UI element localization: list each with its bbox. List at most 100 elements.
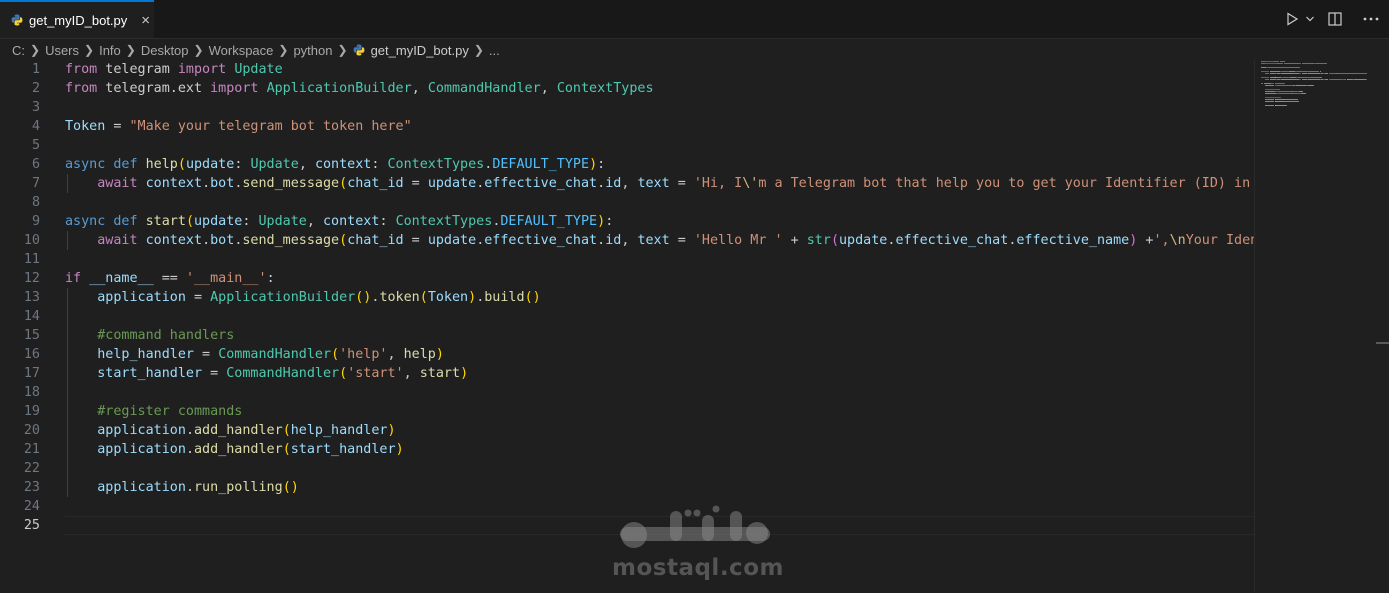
code-token: ) [395,442,404,457]
minimap-token [1312,85,1315,86]
minimap-token [1273,61,1279,62]
code-line[interactable]: 10 await context.bot.send_message(chat_i… [0,231,1254,250]
code-token: import [210,81,259,96]
code-token: token [379,290,420,305]
minimap-token [1264,85,1275,86]
code-token: 'Hi, I [693,176,743,191]
line-code: async def start(update: Update, context:… [65,212,613,231]
minimap-token [1301,63,1315,64]
code-token: chat_id [347,233,404,248]
line-code: application.add_handler(start_handler) [65,440,404,459]
ellipsis-icon [1363,17,1379,21]
code-token: : [266,271,275,286]
code-token: context [145,176,203,191]
code-line[interactable]: 6 async def help(update: Update, context:… [0,155,1254,174]
code-line[interactable]: 3 [0,98,1254,117]
line-number: 18 [23,385,40,400]
vertical-scrollbar[interactable] [1374,60,1389,593]
line-number: 14 [23,309,40,324]
code-token: CommandHandler [226,366,340,381]
code-token: send_message [242,176,340,191]
code-line[interactable]: 12 if __name__ == '__main__': [0,269,1254,288]
code-line[interactable]: 7 await context.bot.send_message(chat_id… [0,174,1254,193]
code-token: = [403,233,428,248]
code-line[interactable]: 1 from telegram import Update [0,60,1254,79]
minimap[interactable] [1254,60,1375,593]
minimap-token [1268,67,1300,68]
code-line[interactable]: 14 [0,307,1254,326]
line-code: from telegram.ext import ApplicationBuil… [65,79,654,98]
code-token: str [806,233,831,248]
breadcrumb-drive[interactable]: C: [12,43,25,58]
breadcrumb-file[interactable]: get_myID_bot.py [353,43,469,58]
line-number: 7 [31,176,40,191]
python-file-icon [11,14,23,26]
code-line[interactable]: 16 help_handler = CommandHandler('help',… [0,345,1254,364]
code-token: CommandHandler [218,347,332,362]
code-token: ApplicationBuilder [266,81,412,96]
code-line[interactable]: 5 [0,136,1254,155]
code-line[interactable]: 2 from telegram.ext import ApplicationBui… [0,79,1254,98]
code-line[interactable]: 17 start_handler = CommandHandler('start… [0,364,1254,383]
minimap-token [1264,91,1276,92]
line-number: 10 [23,233,40,248]
line-number: 20 [23,423,40,438]
code-token: telegram [97,62,178,77]
breadcrumb-python[interactable]: python [293,43,332,58]
code-token: application [97,480,186,495]
code-line[interactable]: 23 application.run_polling() [0,478,1254,497]
split-editor-button[interactable] [1317,0,1353,38]
close-tab-icon[interactable]: × [141,13,150,28]
breadcrumb-users[interactable]: Users [45,43,79,58]
code-token: application [97,290,186,305]
code-token: update [839,233,888,248]
code-token: : [234,157,251,172]
code-line[interactable]: 22 [0,459,1254,478]
code-line[interactable]: 11 [0,250,1254,269]
code-token: add_handler [194,442,283,457]
code-line[interactable]: 4 Token = "Make your telegram bot token h… [0,117,1254,136]
minimap-token [1266,77,1270,78]
code-line[interactable]: 8 [0,193,1254,212]
code-token: update [427,176,477,191]
code-token: text [637,176,670,191]
code-token: ( [830,233,839,248]
run-button[interactable] [1281,0,1303,38]
minimap-token [1320,71,1322,72]
run-menu-button[interactable] [1303,0,1317,38]
minimap-token [1277,63,1283,64]
indent-guide [67,174,68,193]
code-line[interactable]: 13 application = ApplicationBuilder().to… [0,288,1254,307]
code-token: \n [1169,233,1186,248]
code-line[interactable]: 15 #command handlers [0,326,1254,345]
breadcrumb-symbols[interactable]: ... [489,43,500,58]
code-line[interactable]: 20 application.add_handler(help_handler) [0,421,1254,440]
breadcrumb-workspace[interactable]: Workspace [209,43,274,58]
line-number: 17 [23,366,40,381]
line-code: application.add_handler(help_handler) [65,421,395,440]
more-actions-button[interactable] [1353,0,1389,38]
line-code: start_handler = CommandHandler('start', … [65,364,468,383]
breadcrumb-desktop[interactable]: Desktop [141,43,189,58]
minimap-token [1286,99,1297,100]
code-line[interactable]: 19 #register commands [0,402,1254,421]
minimap-token [1264,73,1270,74]
code-line[interactable]: 9 async def start(update: Update, context… [0,212,1254,231]
line-number: 11 [23,252,40,267]
minimap-token [1302,91,1304,92]
code-line[interactable]: 21 application.add_handler(start_handler… [0,440,1254,459]
code-token: from [65,81,98,96]
code-token: ( [185,214,194,229]
code-token: help [403,347,436,362]
tab-get-myid-bot[interactable]: get_myID_bot.py × [0,0,154,38]
breadcrumb-info[interactable]: Info [99,43,121,58]
code-token: def [113,214,138,229]
code-line[interactable]: 18 [0,383,1254,402]
code-token: application [97,442,186,457]
code-token: ( [282,423,291,438]
code-token: telegram.ext [97,81,211,96]
code-token: : [371,157,388,172]
minimap-token [1264,79,1270,80]
minimap-token [1315,63,1327,64]
